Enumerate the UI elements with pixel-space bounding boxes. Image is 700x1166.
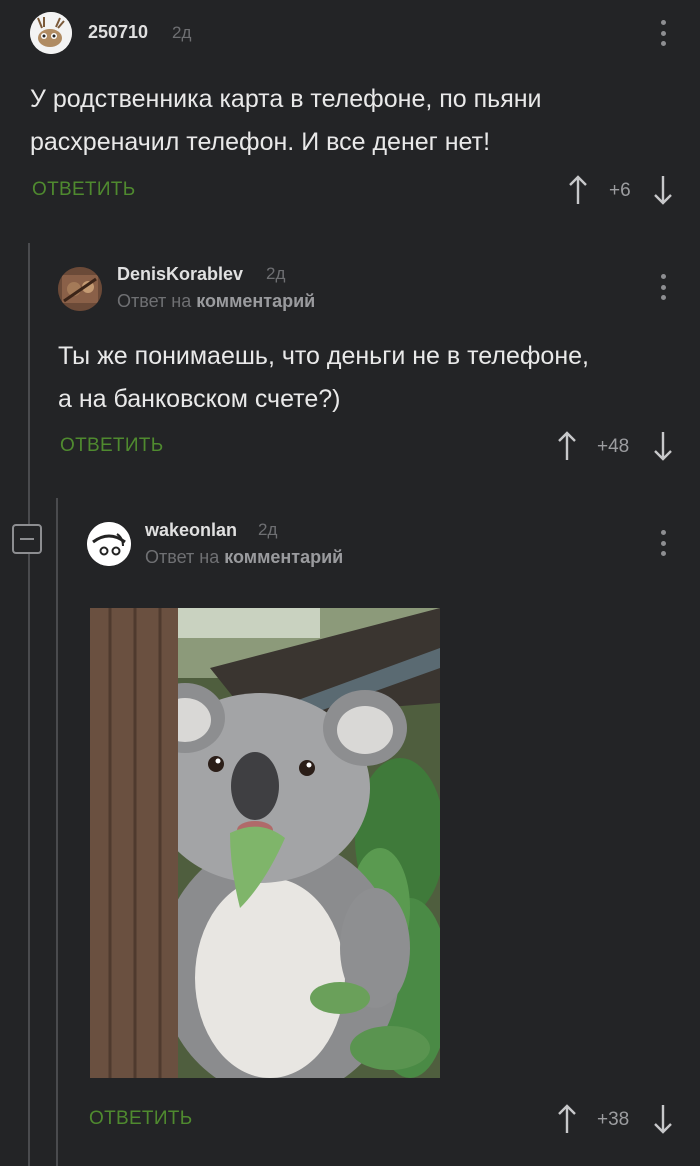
reply-target-link[interactable]: комментарий [224,547,343,567]
comment-time: 2д [266,264,286,283]
koala-illustration [90,608,440,1078]
kebab-menu-icon[interactable] [660,530,666,556]
koala-image[interactable] [90,608,440,1078]
username[interactable]: DenisKorablev [117,264,243,285]
arrow-down-icon[interactable] [652,430,674,462]
comment-time: 2д [258,520,278,539]
avatar[interactable] [87,522,131,566]
thread-line-level-1 [28,243,30,1166]
reply-button[interactable]: ОТВЕТИТЬ [60,435,163,457]
avatar[interactable] [58,267,102,311]
kebab-menu-icon[interactable] [660,274,666,300]
reply-button[interactable]: ОТВЕТИТЬ [89,1108,192,1130]
comment-text-line: а на банковском счете?) [58,385,341,413]
username[interactable]: 250710 [88,22,148,43]
arrow-up-icon[interactable] [567,174,589,206]
kebab-menu-icon[interactable] [660,20,666,46]
vote-count: +48 [597,436,630,457]
username[interactable]: wakeonlan [145,520,237,541]
vote-count: +38 [597,1109,630,1130]
avatar[interactable] [30,12,72,54]
reply-button[interactable]: ОТВЕТИТЬ [32,179,135,201]
reply-to-label: Ответ на комментарий [117,291,315,312]
thread-line-level-2 [56,498,58,1166]
comment-text: У родственника карта в телефоне, по пьян… [30,78,542,164]
comment-text-line: У родственника карта в телефоне, по пьян… [30,85,542,113]
avatar-image [87,522,131,566]
comment-text-line: расхреначил телефон. И все денег нет! [30,128,491,156]
avatar-image [30,12,72,54]
avatar-image [58,267,102,311]
comment-text: Ты же понимаешь, что деньги не в телефон… [58,335,589,421]
arrow-up-icon[interactable] [556,1103,578,1135]
collapse-minus-icon[interactable] [12,524,42,554]
reply-target-link[interactable]: комментарий [196,291,315,311]
arrow-up-icon[interactable] [556,430,578,462]
arrow-down-icon[interactable] [652,174,674,206]
vote-count: +6 [609,180,631,201]
reply-to-label: Ответ на комментарий [145,547,343,568]
arrow-down-icon[interactable] [652,1103,674,1135]
reply-prefix: Ответ на [145,547,220,567]
comment-time: 2д [172,23,192,42]
reply-prefix: Ответ на [117,291,192,311]
comment-text-line: Ты же понимаешь, что деньги не в телефон… [58,342,589,370]
